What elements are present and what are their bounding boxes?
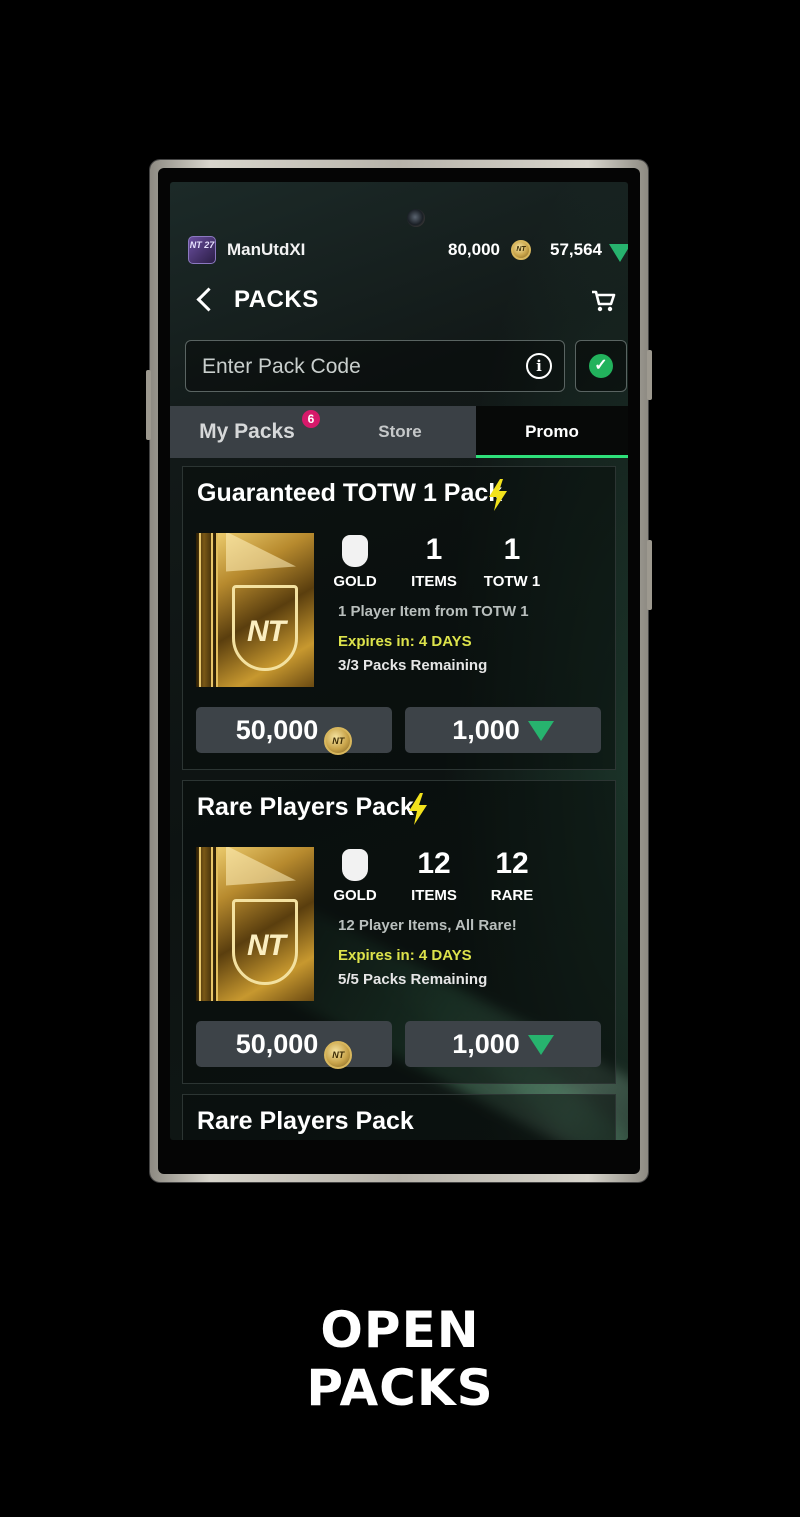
tab-my-packs[interactable]: My Packs 6 (170, 406, 324, 458)
points-price: 1,000 (452, 715, 520, 745)
coin-icon: NT (324, 727, 353, 755)
check-icon: ✓ (589, 354, 613, 378)
stat-label: ITEMS (411, 887, 457, 904)
packs-remaining: 5/5 Packs Remaining (338, 971, 488, 988)
stat-quality: GOLD (325, 847, 385, 904)
pack-description: 1 Player Item from TOTW 1 (338, 603, 529, 620)
caption-line: PACKS (306, 1359, 494, 1417)
buy-with-points-button[interactable]: 1,000 (405, 707, 601, 753)
coin-price: 50,000 (235, 1029, 319, 1059)
points-price: 1,000 (452, 1029, 520, 1059)
points-balance: 57,564 (550, 240, 602, 259)
stat-quality: GOLD (325, 533, 385, 590)
pack-chevron (226, 533, 296, 587)
lightning-icon (489, 479, 507, 511)
coin-balance: 80,000 (448, 240, 500, 259)
pack-description: 12 Player Items, All Rare! (338, 917, 517, 934)
stat-value: 1 (503, 533, 521, 566)
buy-with-coins-button[interactable]: 50,000 NT (196, 1021, 392, 1069)
page-title: PACKS (234, 286, 319, 313)
points-icon (527, 721, 554, 741)
pack-title: Guaranteed TOTW 1 Pack (197, 479, 503, 507)
stat-label: GOLD (333, 573, 377, 590)
points-icon (609, 244, 628, 262)
pack-expiry: Expires in: 4 DAYS (338, 947, 472, 964)
username: ManUtdXI (227, 240, 306, 259)
stat-category: 12 RARE (482, 847, 542, 904)
stat-category: 1 TOTW 1 (482, 533, 542, 590)
phone-bezel: NT 27 ManUtdXI 80,000 57,564 NT PACKS i … (158, 168, 640, 1174)
gold-shield-icon (342, 849, 368, 881)
buy-with-coins-button[interactable]: 50,000 NT (196, 707, 392, 755)
pack-chevron (226, 847, 296, 901)
stat-label: TOTW 1 (483, 573, 541, 590)
stat-items: 1 ITEMS (404, 533, 464, 590)
avatar-text: NT 27 (189, 240, 215, 250)
phone-side-button (146, 370, 151, 440)
pack-image: NT (196, 847, 314, 1001)
caption-line: OPEN (320, 1301, 480, 1359)
stat-value: 12 (495, 847, 529, 880)
stat-label: ITEMS (411, 573, 457, 590)
pack-image: NT (196, 533, 314, 687)
gold-shield-icon (342, 535, 368, 567)
phone-power-button (647, 540, 652, 610)
cart-icon[interactable] (590, 288, 616, 314)
pack-code-field[interactable]: i (185, 340, 565, 393)
pack-title: Rare Players Pack (197, 1107, 414, 1135)
app-screen: NT 27 ManUtdXI 80,000 57,564 NT PACKS i … (170, 182, 628, 1140)
pack-tabs: My Packs 6 Store Promo (170, 406, 628, 458)
pack-title: Rare Players Pack (197, 793, 414, 821)
tab-my-packs-label: My Packs (199, 420, 295, 443)
submit-code-button[interactable]: ✓ (575, 340, 627, 392)
phone-frame: NT 27 ManUtdXI 80,000 57,564 NT PACKS i … (146, 160, 652, 1182)
coin-icon: NT (511, 240, 531, 260)
pack-card[interactable]: Guaranteed TOTW 1 Pack NT GOLD 1 ITEMS 1… (182, 466, 616, 770)
pack-logo-text: NT (247, 929, 286, 962)
tab-promo[interactable]: Promo (476, 406, 628, 458)
stat-label: RARE (490, 887, 534, 904)
points-icon (527, 1035, 554, 1055)
currency-bar: NT 27 ManUtdXI 80,000 57,564 (170, 230, 628, 270)
stat-value: 1 (425, 533, 443, 566)
pack-expiry: Expires in: 4 DAYS (338, 633, 472, 650)
club-avatar[interactable]: NT 27 (188, 236, 216, 264)
buy-with-points-button[interactable]: 1,000 (405, 1021, 601, 1067)
back-arrow-icon[interactable] (192, 282, 222, 316)
stat-label: GOLD (333, 887, 377, 904)
stat-items: 12 ITEMS (404, 847, 464, 904)
pack-side-strip (196, 847, 218, 1001)
notification-badge: 6 (302, 410, 320, 428)
front-camera (407, 209, 425, 227)
coin-price: 50,000 (235, 715, 319, 745)
pack-card[interactable]: Rare Players Pack NT GOLD 12 ITEMS 12 RA… (182, 780, 616, 1084)
pack-side-strip (196, 533, 218, 687)
info-icon[interactable]: i (526, 353, 552, 379)
pack-card[interactable]: Rare Players Pack (182, 1094, 616, 1140)
coin-icon: NT (324, 1041, 353, 1069)
tab-store[interactable]: Store (324, 406, 476, 458)
pack-code-input[interactable] (200, 341, 504, 393)
lightning-icon (409, 793, 427, 825)
phone-volume-button (647, 350, 652, 400)
packs-remaining: 3/3 Packs Remaining (338, 657, 488, 674)
pack-logo-text: NT (247, 615, 286, 648)
stat-value: 12 (417, 847, 451, 880)
